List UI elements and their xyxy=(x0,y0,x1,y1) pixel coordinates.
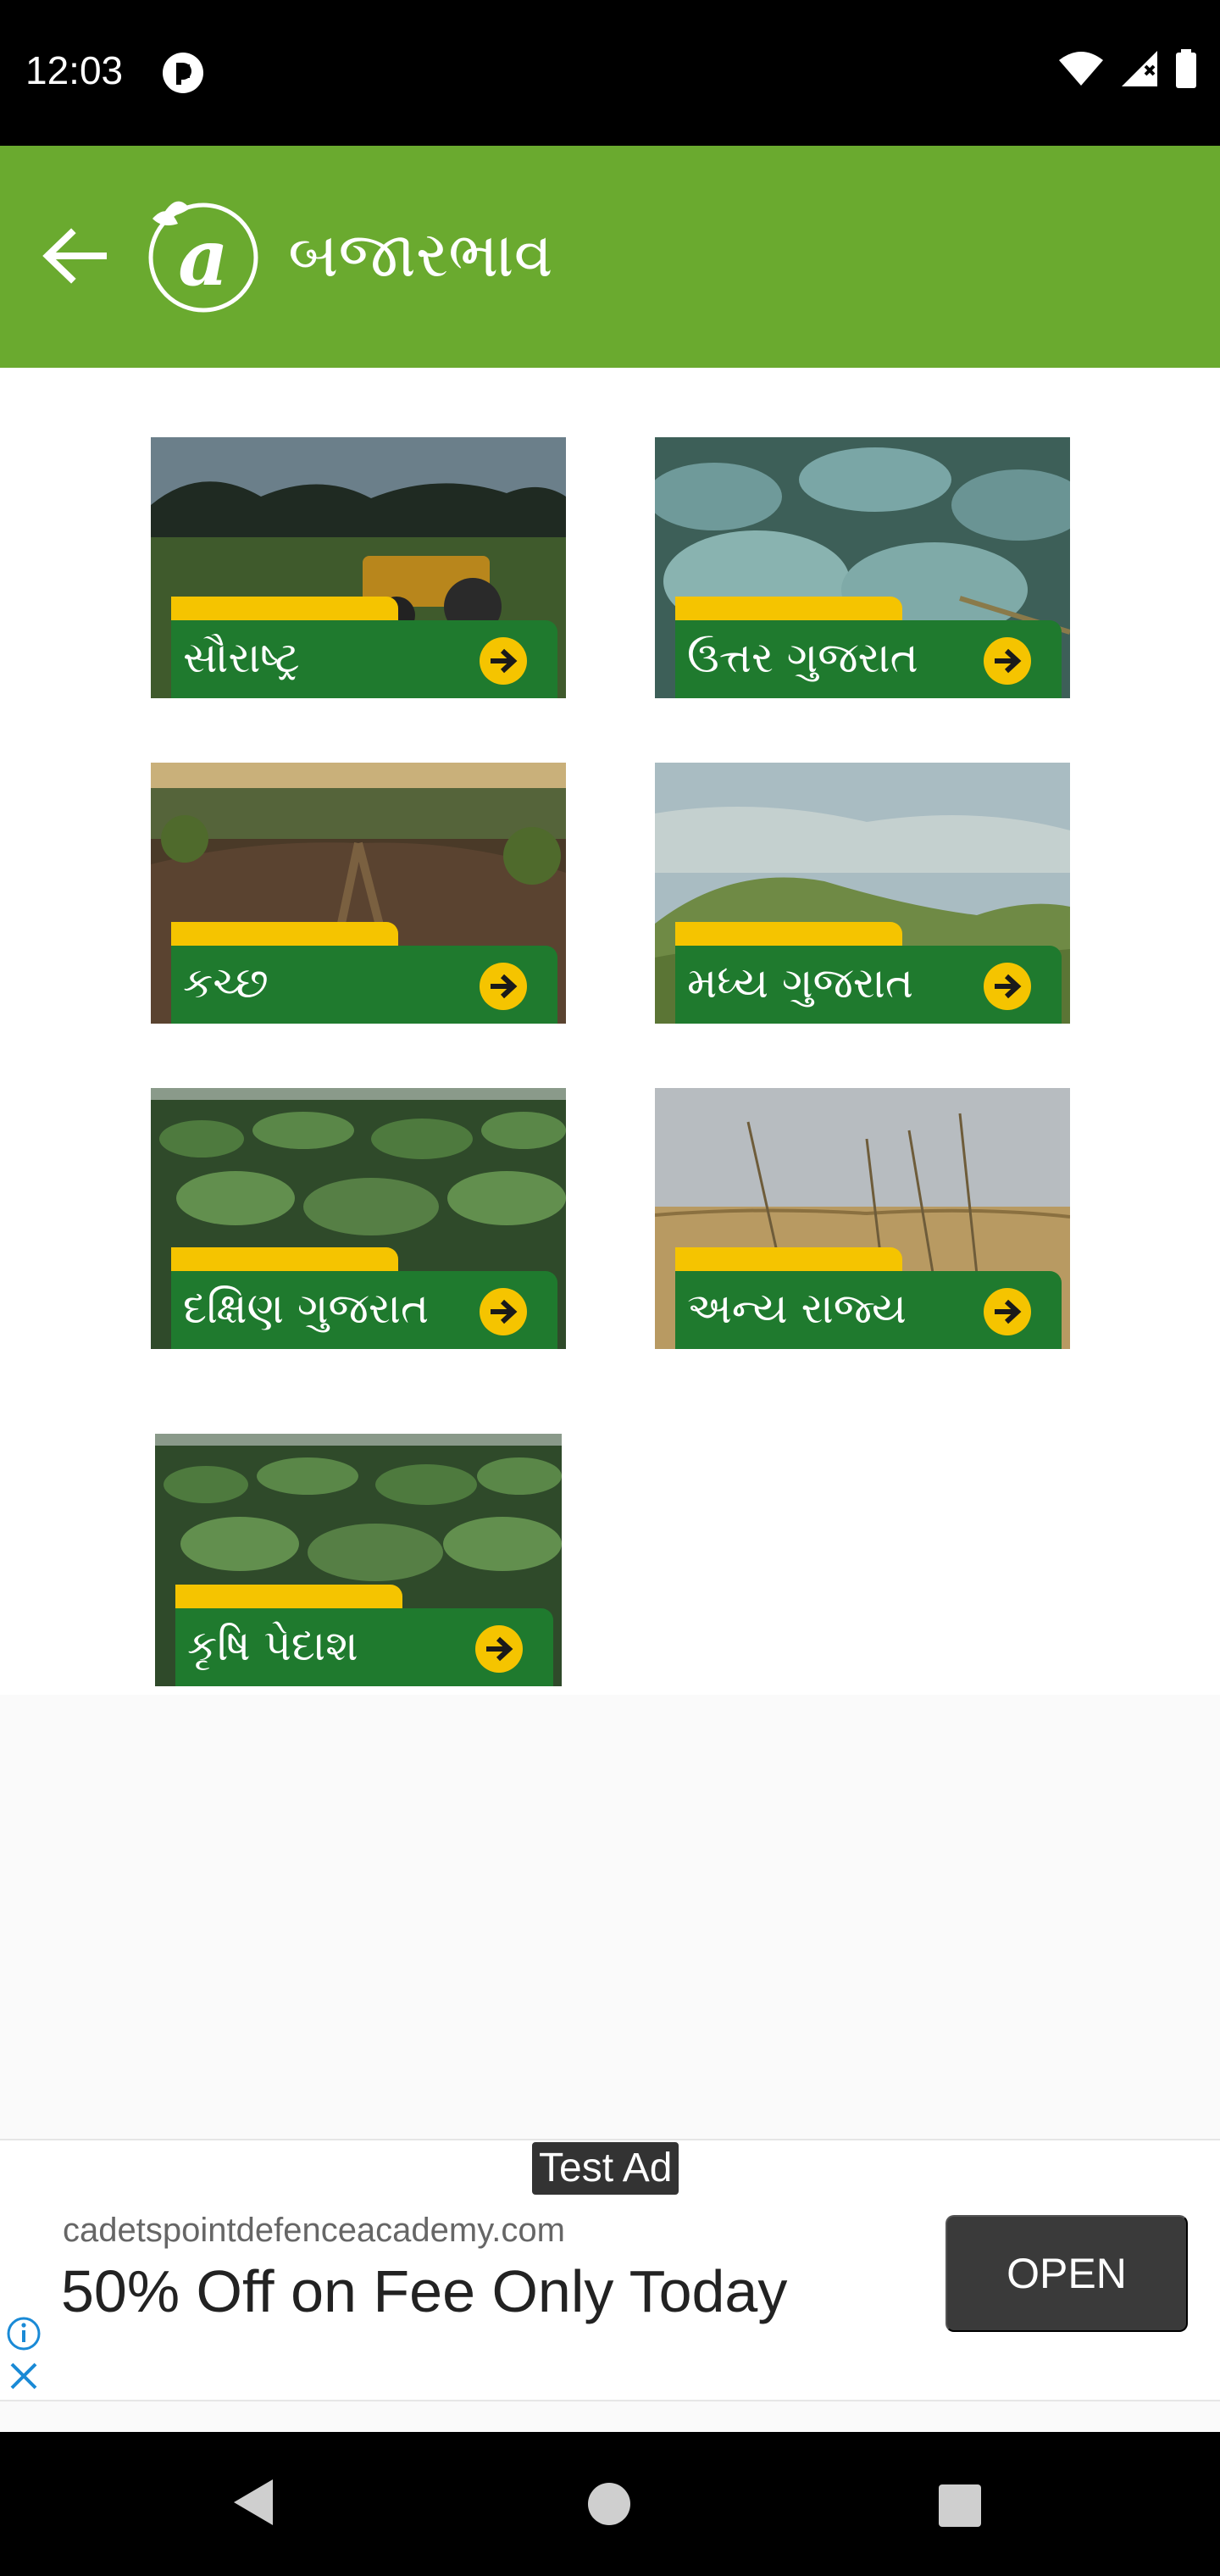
status-time: 12:03 xyxy=(25,47,123,93)
tile-label-bar: સૌરાષ્ટ્ર xyxy=(171,620,557,698)
ad-domain[interactable]: cadetspointdefenceacademy.com xyxy=(63,2212,565,2250)
status-bar: 12:03 xyxy=(0,0,1220,146)
arrow-right-icon[interactable] xyxy=(984,637,1031,685)
region-label: કૃષિ પેદાશ xyxy=(187,1620,358,1671)
tile-label-bar: અન્ય રાજ્ય xyxy=(675,1271,1062,1349)
tile-label-bar: મધ્ય ગુજરાત xyxy=(675,946,1062,1024)
nav-back-icon[interactable] xyxy=(229,2476,276,2532)
arrow-right-icon[interactable] xyxy=(480,1288,527,1335)
app-bar: a બજારભાવ xyxy=(0,146,1220,368)
close-icon[interactable] xyxy=(7,2359,41,2393)
system-nav-bar xyxy=(0,2432,1220,2576)
region-tile-other-state[interactable]: અન્ય રાજ્ય xyxy=(655,1088,1070,1349)
region-label: અન્ય રાજ્ય xyxy=(687,1283,907,1334)
region-grid: સૌરાષ્ટ્ર ઉત્તર ગુજરાત xyxy=(0,368,1220,1695)
tile-label-bar: દક્ષિણ ગુજરાત xyxy=(171,1271,557,1349)
region-tile-kutch[interactable]: કચ્છ xyxy=(151,763,566,1024)
info-icon[interactable] xyxy=(5,2315,42,2352)
arrow-right-icon[interactable] xyxy=(984,1288,1031,1335)
arrow-right-icon[interactable] xyxy=(475,1625,523,1673)
tile-label-bar: કૃષિ પેદાશ xyxy=(175,1608,553,1686)
arrow-right-icon[interactable] xyxy=(480,637,527,685)
battery-icon xyxy=(1174,49,1198,92)
ad-banner[interactable]: Test Ad cadetspointdefenceacademy.com 50… xyxy=(0,2139,1220,2401)
region-tile-north-gujarat[interactable]: ઉત્તર ગુજરાત xyxy=(655,437,1070,698)
svg-text:a: a xyxy=(178,212,229,303)
ad-open-button[interactable]: OPEN xyxy=(946,2215,1188,2332)
region-tile-south-gujarat[interactable]: દક્ષિણ ગુજરાત xyxy=(151,1088,566,1349)
wifi-icon xyxy=(1057,50,1105,91)
arrow-right-icon[interactable] xyxy=(480,963,527,1010)
nav-home-icon[interactable] xyxy=(588,2483,630,2525)
tile-label-bar: ઉત્તર ગુજરાત xyxy=(675,620,1062,698)
app-logo: a xyxy=(137,190,266,319)
region-label: મધ્ય ગુજરાત xyxy=(687,958,913,1008)
page-title: બજારભાવ xyxy=(288,224,553,286)
tile-label-bar: કચ્છ xyxy=(171,946,557,1024)
ad-headline[interactable]: 50% Off on Fee Only Today xyxy=(61,2257,787,2325)
region-label: દક્ષિણ ગુજરાત xyxy=(183,1283,429,1334)
region-tile-saurashtra[interactable]: સૌરાષ્ટ્ર xyxy=(151,437,566,698)
arrow-right-icon[interactable] xyxy=(984,963,1031,1010)
back-button[interactable] xyxy=(34,215,115,297)
region-label: સૌરાષ્ટ્ર xyxy=(183,632,300,683)
region-tile-central-gujarat[interactable]: મધ્ય ગુજરાત xyxy=(655,763,1070,1024)
test-ad-badge: Test Ad xyxy=(530,2140,680,2196)
notification-app-icon xyxy=(161,51,205,95)
region-label: ઉત્તર ગુજરાત xyxy=(687,632,918,683)
nav-recents-icon[interactable] xyxy=(939,2484,981,2527)
region-label: કચ્છ xyxy=(183,958,269,1008)
region-tile-agri-produce[interactable]: કૃષિ પેદાશ xyxy=(155,1434,562,1686)
arrow-left-icon xyxy=(42,228,107,284)
signal-icon xyxy=(1120,49,1159,92)
